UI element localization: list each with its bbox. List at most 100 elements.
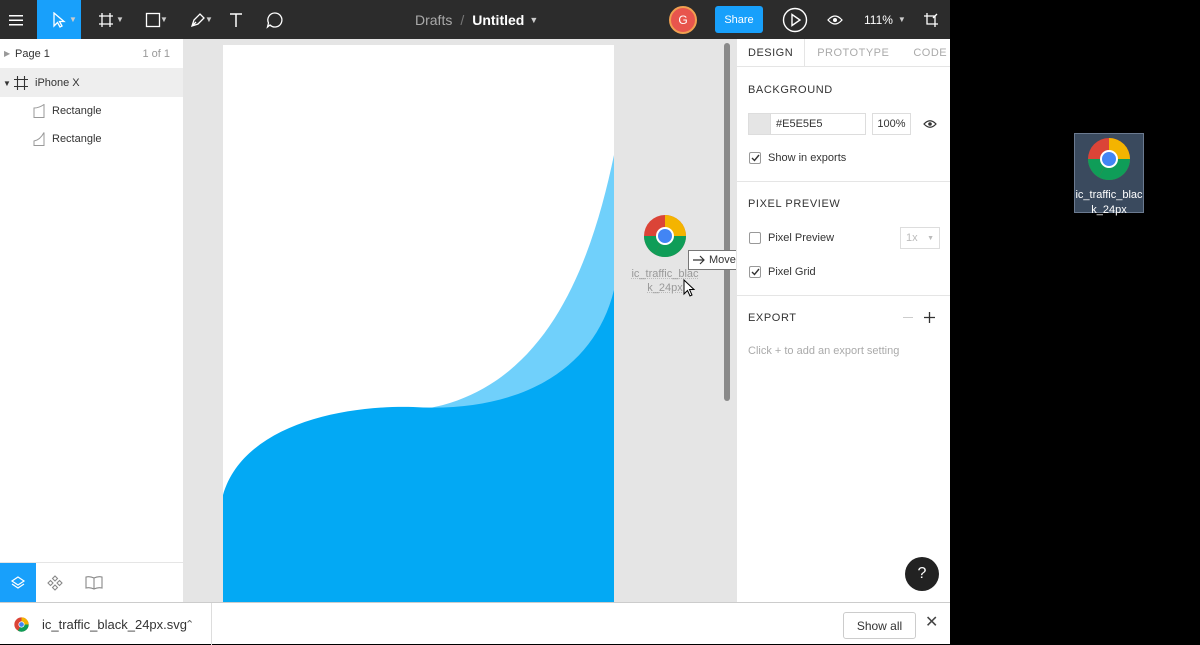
chevron-down-icon: ▼ [205, 15, 213, 24]
desktop-file-icon[interactable]: ic_traffic_blac k_24px [1074, 133, 1144, 216]
background-opacity-field[interactable]: 100% [872, 113, 911, 135]
tab-prototype[interactable]: PROTOTYPE [805, 39, 901, 67]
top-toolbar: ▼ ▼ ▼ ▼ Drafts / Untitled ▼ G Share 111%… [0, 0, 950, 39]
tab-components[interactable] [37, 563, 73, 602]
main-menu-button[interactable] [0, 0, 32, 39]
properties-panel: DESIGN PROTOTYPE CODE BACKGROUND #E5E5E5… [736, 39, 950, 602]
chevron-down-icon[interactable]: ▼ [3, 79, 11, 88]
divider [737, 181, 950, 182]
view-settings-button[interactable] [825, 0, 845, 39]
play-icon [782, 7, 808, 32]
tab-layers[interactable] [0, 563, 36, 602]
show-in-exports-checkbox[interactable] [749, 152, 761, 164]
layer-item-rectangle[interactable]: Rectangle [0, 125, 183, 153]
frame-icon [99, 12, 113, 27]
background-color-field[interactable]: #E5E5E5 [748, 113, 866, 135]
move-tool-button[interactable]: ▼ [37, 0, 81, 39]
frame-tool-button[interactable]: ▼ [86, 0, 126, 39]
rectangle-icon [145, 12, 161, 27]
chevron-down-icon: ▼ [160, 15, 168, 24]
resize-frame-button[interactable] [920, 0, 942, 39]
pen-tool-button[interactable]: ▼ [178, 0, 218, 39]
chevron-right-icon: ▶ [4, 49, 11, 58]
arrow-right-icon [693, 255, 705, 265]
wave-illustration [223, 155, 614, 602]
export-section-title: EXPORT [748, 312, 797, 324]
layer-name: iPhone X [35, 77, 80, 89]
zoom-level: 111% [864, 12, 893, 27]
zoom-control[interactable]: 111% ▼ [864, 0, 906, 39]
comment-tool-button[interactable] [262, 0, 288, 39]
share-button[interactable]: Share [715, 6, 763, 33]
mouse-cursor-icon [683, 279, 696, 297]
tab-code[interactable]: CODE [901, 39, 947, 67]
move-tooltip-text: Move [709, 254, 736, 266]
page-selector[interactable]: ▶ Page 1 1 of 1 [0, 39, 183, 69]
tab-library[interactable] [76, 563, 112, 602]
pixel-preview-checkbox[interactable] [749, 232, 761, 244]
canvas[interactable]: ic_traffic_blac k_24px Move [185, 39, 736, 602]
layers-panel: ▶ Page 1 1 of 1 ▼ iPhone X Rectangle Rec… [0, 39, 184, 602]
vector-shape-icon [33, 132, 45, 146]
move-tooltip: Move [688, 250, 736, 270]
text-icon [230, 12, 242, 27]
export-hint: Click + to add an export setting [748, 345, 900, 357]
chrome-icon [644, 215, 686, 258]
pixel-preview-row: Pixel Preview [749, 232, 834, 244]
vertical-scrollbar[interactable] [724, 43, 730, 401]
avatar[interactable]: G [669, 6, 697, 34]
help-button[interactable]: ? [905, 557, 939, 591]
eye-icon [827, 14, 843, 25]
chevron-down-icon: ▼ [897, 15, 906, 24]
comment-icon [266, 11, 283, 29]
show-all-button[interactable]: Show all [843, 612, 916, 639]
chevron-down-icon: ▼ [69, 15, 77, 24]
pixel-preview-section-title: PIXEL PREVIEW [748, 198, 841, 210]
show-in-exports-row: Show in exports [749, 152, 846, 164]
background-section-title: BACKGROUND [748, 84, 833, 96]
hamburger-icon [9, 14, 23, 25]
page-count: 1 of 1 [142, 47, 170, 60]
download-bar: ic_traffic_black_24px.svg ⌃ Show all ✕ [0, 602, 950, 645]
chevron-down-icon: ▼ [927, 234, 934, 242]
pixel-grid-checkbox[interactable] [749, 266, 761, 278]
desktop-file-label: ic_traffic_blac k_24px [1075, 189, 1143, 216]
layer-item-iphone-x[interactable]: ▼ iPhone X [0, 69, 183, 97]
show-in-exports-label: Show in exports [768, 152, 847, 164]
color-swatch[interactable] [749, 114, 771, 134]
chevron-down-icon: ▼ [116, 15, 124, 24]
file-title[interactable]: Untitled [472, 12, 524, 28]
text-tool-button[interactable] [223, 0, 249, 39]
properties-tabs: DESIGN PROTOTYPE CODE [737, 39, 950, 67]
pixel-preview-scale-select[interactable]: 1x ▼ [900, 227, 940, 249]
artboard-iphone-x[interactable] [223, 45, 614, 602]
figma-app: ▼ ▼ ▼ ▼ Drafts / Untitled ▼ G Share 111%… [0, 0, 950, 602]
close-icon[interactable]: ✕ [925, 612, 938, 632]
vector-shape-icon [33, 104, 45, 118]
crop-icon [924, 12, 938, 27]
shape-tool-button[interactable]: ▼ [133, 0, 173, 39]
breadcrumb-drafts[interactable]: Drafts [415, 12, 452, 28]
plus-icon[interactable] [924, 312, 935, 323]
components-icon [47, 575, 63, 591]
minus-icon[interactable] [903, 317, 913, 319]
chrome-icon [14, 617, 29, 632]
chrome-icon [1088, 138, 1130, 181]
check-icon [751, 268, 760, 276]
present-button[interactable] [781, 0, 809, 39]
eye-icon[interactable] [923, 119, 937, 129]
frame-icon [14, 76, 28, 90]
check-icon [751, 154, 760, 162]
download-item[interactable]: ic_traffic_black_24px.svg ⌃ [0, 603, 212, 645]
download-file-name: ic_traffic_black_24px.svg [42, 616, 188, 632]
pixel-grid-row: Pixel Grid [749, 266, 816, 278]
layer-name: Rectangle [52, 105, 102, 117]
layer-item-rectangle[interactable]: Rectangle [0, 97, 183, 125]
breadcrumb: Drafts / Untitled ▼ [415, 0, 538, 39]
chevron-down-icon[interactable]: ▼ [529, 15, 538, 25]
breadcrumb-separator: / [460, 11, 465, 28]
tab-design[interactable]: DESIGN [737, 39, 806, 67]
pointer-icon [53, 11, 66, 28]
background-hex-value: #E5E5E5 [776, 118, 823, 130]
chevron-up-icon[interactable]: ⌃ [185, 618, 194, 631]
